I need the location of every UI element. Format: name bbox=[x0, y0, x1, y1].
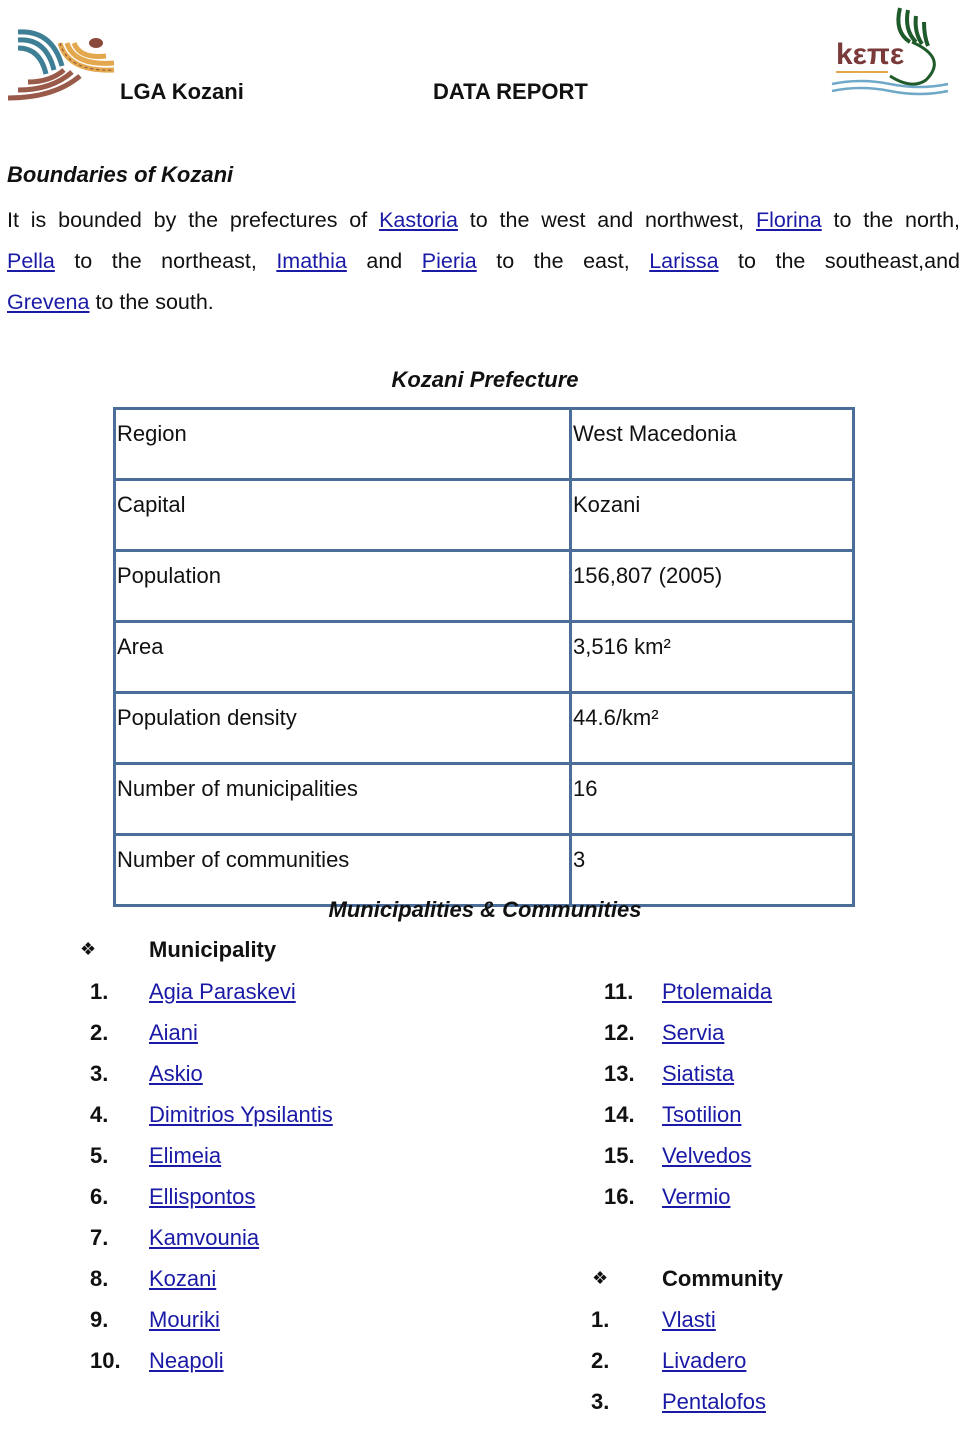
report-label: DATA REPORT bbox=[433, 79, 588, 104]
prefecture-link-pieria[interactable]: Pieria bbox=[422, 249, 477, 273]
list-number: 11. bbox=[604, 979, 634, 1004]
table-row: Population 156,807 (2005) bbox=[113, 549, 855, 623]
community-link[interactable]: Vlasti bbox=[662, 1307, 716, 1333]
municipality-link[interactable]: Vermio bbox=[662, 1184, 730, 1210]
table-row: Number of communities 3 bbox=[113, 833, 855, 907]
prefecture-link-grevena[interactable]: Grevena bbox=[7, 290, 89, 314]
municipality-link[interactable]: Tsotilion bbox=[662, 1102, 741, 1128]
municipality-link[interactable]: Agia Paraskevi bbox=[149, 979, 296, 1005]
table-value-cell: 156,807 (2005) bbox=[569, 549, 855, 623]
municipality-link[interactable]: Kamvounia bbox=[149, 1225, 259, 1251]
prefecture-link-larissa[interactable]: Larissa bbox=[649, 249, 718, 273]
list-number: 2. bbox=[591, 1348, 610, 1373]
municipality-link[interactable]: Neapoli bbox=[149, 1348, 224, 1374]
paragraph-line: It is bounded by the prefectures of Kast… bbox=[7, 200, 960, 241]
prefecture-link-florina[interactable]: Florina bbox=[756, 208, 822, 232]
table-row: Population density 44.6/km² bbox=[113, 691, 855, 765]
list-number: 4. bbox=[90, 1102, 109, 1127]
table-key-cell: Region bbox=[113, 407, 572, 481]
paragraph-text: to the north, bbox=[821, 208, 960, 232]
list-number: 10. bbox=[90, 1348, 121, 1373]
list-number: 12. bbox=[604, 1020, 635, 1045]
list-number: 6. bbox=[90, 1184, 109, 1209]
municipalities-communities-caption: Municipalities & Communities bbox=[328, 897, 642, 922]
paragraph-text: to the west and northwest, bbox=[457, 208, 756, 232]
list-number: 5. bbox=[90, 1143, 109, 1168]
municipality-link[interactable]: Siatista bbox=[662, 1061, 734, 1087]
table-value-cell: 44.6/km² bbox=[569, 691, 855, 765]
paragraph-line: Grevena to the south. bbox=[7, 282, 960, 323]
paragraph-text: to the northeast, bbox=[54, 249, 277, 273]
table-value-cell: 3 bbox=[569, 833, 855, 907]
community-link[interactable]: Livadero bbox=[662, 1348, 746, 1374]
prefecture-link-kastoria[interactable]: Kastoria bbox=[379, 208, 458, 232]
municipality-link[interactable]: Mouriki bbox=[149, 1307, 220, 1333]
municipality-heading: Municipality bbox=[149, 937, 277, 962]
table-key-cell: Capital bbox=[113, 478, 572, 552]
boundaries-paragraph: It is bounded by the prefectures of Kast… bbox=[7, 200, 960, 323]
list-number: 14. bbox=[604, 1102, 635, 1127]
table-row: Capital Kozani bbox=[113, 478, 855, 552]
paragraph-text: It is bounded by the prefectures of bbox=[7, 208, 380, 232]
table-key-cell: Population bbox=[113, 549, 572, 623]
table-value-cell: 16 bbox=[569, 762, 855, 836]
prefecture-table: Region West Macedonia Capital Kozani Populat… bbox=[113, 407, 855, 907]
prefecture-table-caption: Kozani Prefecture bbox=[391, 367, 579, 392]
community-heading: Community bbox=[662, 1266, 783, 1291]
paragraph-line: Pella to the northeast, Imathia and Pier… bbox=[7, 241, 960, 282]
prefecture-link-imathia[interactable]: Imathia bbox=[276, 249, 347, 273]
list-number: 15. bbox=[604, 1143, 635, 1168]
table-value-cell: 3,516 km² bbox=[569, 620, 855, 694]
list-number: 1. bbox=[591, 1307, 610, 1332]
table-row: Number of municipalities 16 bbox=[113, 762, 855, 836]
table-key-cell: Number of municipalities bbox=[113, 762, 572, 836]
paragraph-text: and bbox=[346, 249, 422, 273]
paragraph-text: to the east, bbox=[476, 249, 650, 273]
list-number: 8. bbox=[90, 1266, 109, 1291]
prefecture-link-pella[interactable]: Pella bbox=[7, 249, 55, 273]
list-number: 2. bbox=[90, 1020, 109, 1045]
list-number: 1. bbox=[90, 979, 109, 1004]
table-row: Area 3,516 km² bbox=[113, 620, 855, 694]
municipality-link[interactable]: Dimitrios Ypsilantis bbox=[149, 1102, 333, 1128]
municipality-link[interactable]: Ptolemaida bbox=[662, 979, 772, 1005]
table-value-cell: Kozani bbox=[569, 478, 855, 552]
list-number: 13. bbox=[604, 1061, 635, 1086]
list-number: 3. bbox=[591, 1389, 610, 1414]
table-key-cell: Population density bbox=[113, 691, 572, 765]
municipality-link[interactable]: Aiani bbox=[149, 1020, 198, 1046]
table-key-cell: Area bbox=[113, 620, 572, 694]
table-value-cell: West Macedonia bbox=[569, 407, 855, 481]
lga-logo bbox=[4, 26, 116, 104]
table-key-cell: Number of communities bbox=[113, 833, 572, 907]
list-number: 7. bbox=[90, 1225, 109, 1250]
table-row: Region West Macedonia bbox=[113, 407, 855, 481]
boundaries-heading: Boundaries of Kozani bbox=[7, 162, 234, 187]
paragraph-text: to the southeast,and bbox=[718, 249, 960, 273]
municipality-link[interactable]: Askio bbox=[149, 1061, 203, 1087]
list-number: 3. bbox=[90, 1061, 109, 1086]
municipality-link[interactable]: Velvedos bbox=[662, 1143, 751, 1169]
municipality-link[interactable]: Elimeia bbox=[149, 1143, 221, 1169]
list-number: 16. bbox=[604, 1184, 635, 1209]
community-link[interactable]: Pentalofos bbox=[662, 1389, 766, 1415]
municipality-link[interactable]: Servia bbox=[662, 1020, 724, 1046]
document-title: LGA Kozani bbox=[120, 79, 244, 104]
diamond-bullet-icon: ❖ bbox=[80, 939, 97, 959]
list-number: 9. bbox=[90, 1307, 109, 1332]
paragraph-text: to the south. bbox=[89, 290, 214, 314]
kepe-logo: kεπε bbox=[830, 2, 954, 102]
svg-text:kεπε: kεπε bbox=[836, 38, 904, 71]
municipality-link[interactable]: Ellispontos bbox=[149, 1184, 255, 1210]
municipality-link[interactable]: Kozani bbox=[149, 1266, 216, 1292]
diamond-bullet-icon: ❖ bbox=[592, 1268, 609, 1288]
